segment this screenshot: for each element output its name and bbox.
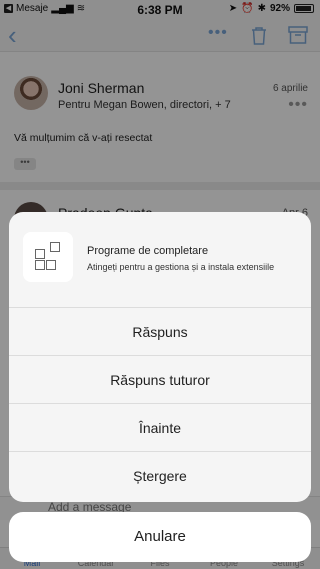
action-sheet: Programe de completare Atingeți pentru a… bbox=[9, 212, 311, 502]
delete-button[interactable]: Ștergere bbox=[9, 452, 311, 500]
addins-row[interactable]: Programe de completare Atingeți pentru a… bbox=[9, 212, 311, 308]
reply-button[interactable]: Răspuns bbox=[9, 308, 311, 356]
reply-all-button[interactable]: Răspuns tuturor bbox=[9, 356, 311, 404]
addins-subtitle: Atingeți pentru a gestiona și a instala … bbox=[87, 262, 275, 272]
addins-title: Programe de completare bbox=[87, 245, 209, 257]
cancel-button[interactable]: Anulare bbox=[9, 512, 311, 562]
forward-button[interactable]: Înainte bbox=[9, 404, 311, 452]
addins-grid-icon bbox=[23, 232, 73, 282]
